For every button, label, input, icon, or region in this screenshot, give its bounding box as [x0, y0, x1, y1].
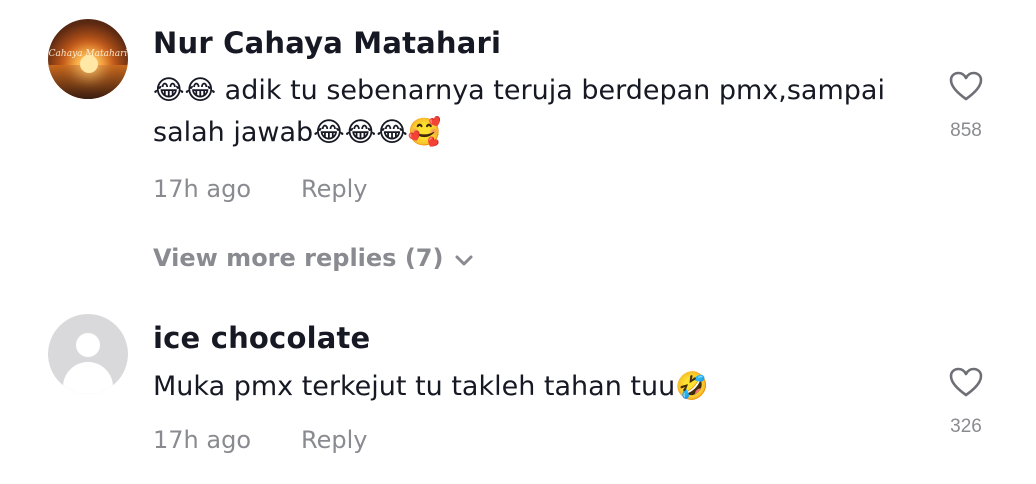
comment-timestamp: 17h ago	[153, 426, 252, 454]
comment-username[interactable]: ice chocolate	[153, 321, 370, 355]
reply-button[interactable]: Reply	[301, 175, 367, 203]
comment-username[interactable]: Nur Cahaya Matahari	[153, 26, 501, 60]
heart-icon	[949, 367, 983, 397]
avatar[interactable]: Cahaya Matahari	[48, 19, 128, 99]
avatar[interactable]	[48, 314, 128, 394]
view-more-replies-button[interactable]: View more replies (7)	[153, 244, 475, 273]
view-more-replies-label: View more replies (7)	[153, 244, 444, 272]
comment-text: Muka pmx terkejut tu takleh tahan tuu🤣	[153, 371, 709, 402]
chevron-down-icon	[453, 245, 475, 273]
comment-text: 😂😂 adik tu sebenarnya teruja berdepan pm…	[153, 75, 885, 148]
heart-icon	[949, 71, 983, 101]
like-button[interactable]: 858	[936, 70, 996, 142]
like-button[interactable]: 326	[936, 366, 996, 438]
default-avatar-head	[76, 333, 100, 357]
like-count: 326	[950, 416, 982, 437]
like-count: 858	[950, 120, 982, 141]
default-avatar-body	[63, 362, 113, 394]
avatar-caption: Cahaya Matahari	[48, 49, 128, 59]
reply-button[interactable]: Reply	[301, 426, 367, 454]
comment-timestamp: 17h ago	[153, 175, 252, 203]
